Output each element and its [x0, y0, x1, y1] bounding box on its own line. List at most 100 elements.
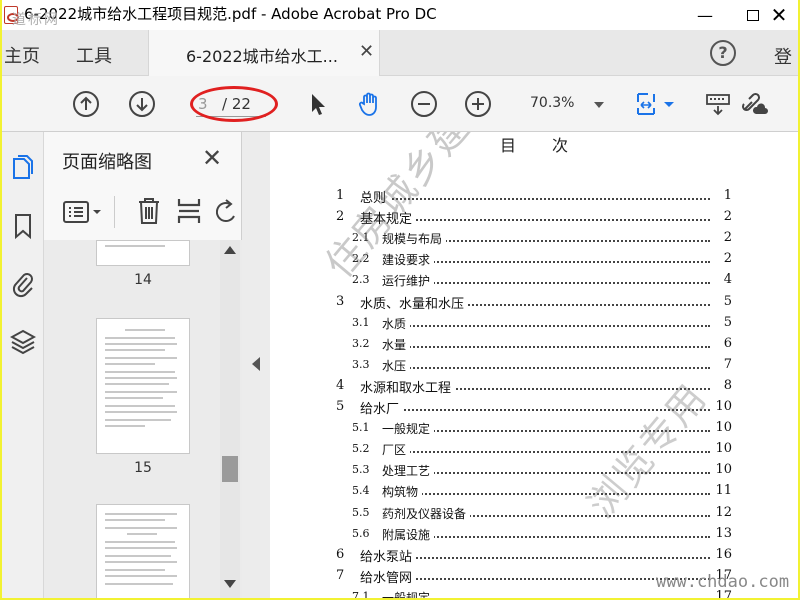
toc-entry-page: 1 — [723, 188, 732, 203]
close-panel-icon[interactable]: ✕ — [202, 144, 222, 172]
toc-entry[interactable]: 3.2 水量 6 — [336, 334, 732, 354]
toc-entry-number: 3.1 — [352, 315, 370, 329]
main-toolbar: 3 / 22 70.3% — [2, 76, 798, 132]
toc-leader-dots — [376, 219, 710, 222]
text-line — [105, 583, 173, 585]
thumbnail-label: 14 — [134, 272, 152, 288]
close-window-button[interactable]: ✕ — [756, 2, 800, 28]
thumbnail-scrollbar[interactable] — [220, 240, 240, 598]
fit-page-icon[interactable] — [634, 90, 678, 118]
toc-leader-dots — [398, 493, 710, 496]
panel-splitter[interactable] — [242, 132, 270, 598]
document-view[interactable]: 目次 1 总则 1 2 基本规定 2 2.1 规模与布局 2 2.2 建设要求 2 2.3 运行维护 4 3 水… — [270, 132, 798, 598]
toc-entry-page: 12 — [715, 504, 732, 520]
paperclip-icon[interactable] — [10, 270, 36, 298]
tab-document[interactable]: 6-2022城市给水工... ✕ — [148, 30, 380, 76]
text-line — [105, 245, 165, 247]
toc-entry-title: 给水管网 — [360, 566, 417, 586]
text-line — [105, 513, 177, 515]
toc-entry[interactable]: 5.4 构筑物 11 — [336, 481, 732, 501]
cursor-arrow-icon[interactable] — [304, 90, 332, 118]
text-line — [105, 391, 177, 393]
keyboard-scroll-icon[interactable] — [704, 90, 732, 118]
rotate-icon[interactable] — [216, 198, 236, 226]
toc-entry[interactable]: 5.3 处理工艺 10 — [336, 460, 732, 480]
help-icon[interactable]: ? — [710, 40, 736, 66]
toc-entry-page: 2 — [723, 251, 732, 267]
divider — [114, 196, 115, 228]
collapse-panel-icon[interactable] — [252, 357, 260, 371]
plus-circle-icon[interactable] — [464, 90, 492, 118]
toc-heading: 目次 — [500, 136, 605, 155]
text-line — [105, 555, 171, 557]
zoom-select[interactable]: 70.3% — [520, 92, 610, 116]
scroll-down-icon[interactable] — [224, 580, 236, 588]
toc-entry[interactable]: 6 给水泵站 16 — [336, 545, 732, 565]
page-extract-icon[interactable] — [176, 196, 202, 226]
scroll-thumb[interactable] — [222, 456, 238, 482]
arrow-up-circle-icon[interactable] — [72, 90, 100, 118]
pages-icon[interactable] — [10, 154, 36, 182]
text-line — [125, 329, 165, 331]
close-tab-icon[interactable]: ✕ — [359, 41, 374, 62]
annotation-oval — [190, 86, 278, 122]
toc-entry-page: 13 — [715, 525, 732, 541]
toc-entry-title: 药剂及仪器设备 — [382, 504, 471, 522]
page-thumbnails-panel: 页面缩略图 ✕ 14 15 — [44, 132, 242, 598]
toc-entry-title: 水质、水量和水压 — [360, 292, 469, 312]
toc-leader-dots — [398, 261, 710, 264]
bookmark-icon[interactable] — [10, 212, 36, 240]
toc-entry[interactable]: 2.3 运行维护 4 — [336, 270, 732, 290]
tab-bar: 主页 工具 6-2022城市给水工... ✕ ? 登 — [2, 30, 798, 76]
toc-entry-number: 7 — [336, 567, 345, 583]
minus-circle-icon[interactable] — [410, 90, 438, 118]
toc-entry[interactable]: 5.5 药剂及仪器设备 12 — [336, 503, 732, 523]
panel-title: 页面缩略图 — [62, 152, 152, 173]
toc-entry-page: 5 — [723, 314, 732, 330]
tab-tools[interactable]: 工具 — [76, 42, 112, 68]
minimize-button[interactable]: — — [682, 2, 728, 28]
toc-entry-title: 一般规定 — [382, 588, 435, 598]
toc-entry[interactable]: 3.1 水质 5 — [336, 313, 732, 333]
layers-icon[interactable] — [10, 328, 36, 356]
toc-leader-dots — [398, 366, 710, 369]
link-cloud-icon[interactable] — [740, 90, 768, 118]
text-line — [105, 425, 145, 427]
arrow-down-circle-icon[interactable] — [128, 90, 156, 118]
list-options-icon[interactable] — [62, 198, 104, 226]
text-line — [105, 411, 177, 413]
toc-entry[interactable]: 3 水质、水量和水压 5 — [336, 292, 732, 312]
text-line — [105, 561, 177, 563]
trash-icon[interactable] — [136, 196, 162, 226]
hand-icon[interactable] — [356, 90, 384, 118]
toc-entry-title: 建设要求 — [382, 251, 435, 269]
scroll-up-icon[interactable] — [224, 246, 236, 254]
toc-entry[interactable]: 2.2 建设要求 2 — [336, 249, 732, 269]
toc-entry-title: 构筑物 — [382, 483, 423, 501]
toc-entry-page: 2 — [723, 230, 732, 246]
toc-entry-page: 10 — [715, 441, 732, 457]
sign-in-button[interactable]: 登 — [774, 43, 792, 69]
thumbnail-page-14[interactable] — [96, 240, 190, 266]
zoom-value: 70.3% — [530, 95, 575, 111]
tab-home[interactable]: 主页 — [4, 42, 40, 68]
thumbnail-page-16[interactable] — [96, 504, 190, 598]
toc-entry-number: 5.6 — [352, 526, 370, 540]
thumbnail-page-15[interactable] — [96, 318, 190, 454]
toc-entry-number: 1 — [336, 188, 345, 203]
toc-entry-page: 4 — [723, 272, 732, 288]
text-line — [105, 357, 177, 359]
site-url-watermark: www.chdao.com — [656, 572, 790, 592]
toc-entry-number: 7.1 — [352, 589, 370, 598]
text-line — [105, 547, 177, 549]
title-bar: 6-2022城市给水工程项目规范.pdf - Adobe Acrobat Pro… — [0, 0, 800, 30]
panel-toolbar — [44, 190, 242, 234]
toc-entry-title: 给水泵站 — [360, 545, 417, 565]
toc-entry[interactable]: 5.6 附属设施 13 — [336, 524, 732, 544]
text-line — [105, 337, 175, 339]
toc-entry-page: 10 — [715, 399, 732, 414]
thumbnail-list[interactable]: 14 15 — [44, 240, 242, 598]
text-line — [105, 541, 175, 543]
text-line — [105, 527, 177, 529]
thumbnail-label: 15 — [134, 460, 152, 476]
